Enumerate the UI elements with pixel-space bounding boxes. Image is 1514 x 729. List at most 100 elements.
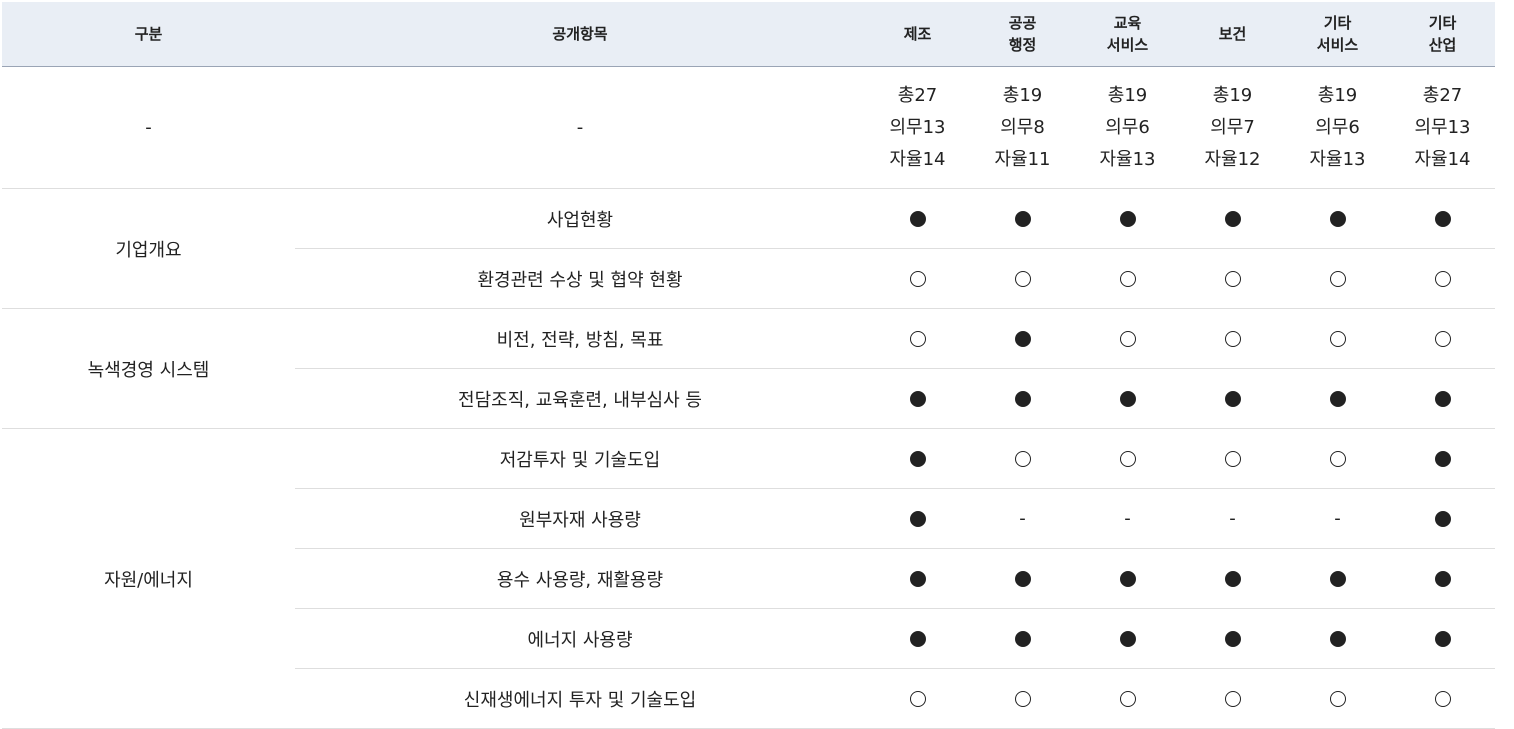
mark-cell (865, 248, 970, 309)
empty-circle-icon (1119, 271, 1136, 287)
header-industry: 기타 산업 (1390, 2, 1495, 67)
empty-circle-icon (1224, 691, 1241, 707)
filled-circle-icon (1434, 631, 1451, 647)
summary-voluntary: 자율14 (1414, 148, 1471, 170)
table-body: - - 총27 의무13 자율14 총19 의무8 자율11 총19 의무6 자율13 총1… (2, 66, 1495, 729)
mark-cell (1285, 548, 1390, 609)
header-item: 공개항목 (295, 2, 865, 67)
filled-circle-icon (909, 451, 926, 467)
not-applicable-dash: - (1229, 508, 1236, 529)
summary-count-cell: 총27 의무13 자율14 (1390, 66, 1495, 189)
mark-cell (865, 308, 970, 369)
mark-cell (1180, 248, 1285, 309)
summary-count-cell: 총19 의무6 자율13 (1285, 66, 1390, 189)
header-industry: 보건 (1180, 2, 1285, 67)
empty-circle-icon (1329, 271, 1346, 287)
header-industry-line: 보건 (1218, 25, 1247, 43)
filled-circle-icon (1329, 211, 1346, 227)
table-row: 녹색경영 시스템 비전, 전략, 방침, 목표 (2, 308, 1495, 429)
item-label: 전담조직, 교육훈련, 내부심사 등 (295, 368, 865, 429)
mark-cell (865, 488, 970, 549)
filled-circle-icon (1014, 211, 1031, 227)
filled-circle-icon (1224, 211, 1241, 227)
filled-circle-icon (1014, 391, 1031, 407)
mark-cell (1285, 368, 1390, 429)
mark-cell (1180, 668, 1285, 729)
mark-cell (1075, 188, 1180, 249)
summary-total: 총27 (1422, 84, 1463, 106)
header-industry-line: 서비스 (1106, 36, 1149, 54)
mark-cell (865, 368, 970, 429)
mark-cell (1390, 488, 1495, 549)
mark-cell (1180, 368, 1285, 429)
mark-cell (865, 548, 970, 609)
item-label: 환경관련 수상 및 협약 현황 (295, 248, 865, 309)
empty-circle-icon (1224, 271, 1241, 287)
filled-circle-icon (1329, 631, 1346, 647)
filled-circle-icon (1224, 631, 1241, 647)
mark-cell (1180, 308, 1285, 369)
mark-cell (1285, 188, 1390, 249)
mark-cell (1285, 668, 1390, 729)
not-applicable-dash: - (1124, 508, 1131, 529)
summary-mandatory: 의무13 (889, 116, 946, 138)
group-label: 자원/에너지 (2, 428, 295, 729)
mark-cell: - (1285, 488, 1390, 549)
mark-cell (1390, 248, 1495, 309)
mark-cell (1180, 548, 1285, 609)
filled-circle-icon (1329, 391, 1346, 407)
mark-cell (1180, 188, 1285, 249)
filled-circle-icon (909, 391, 926, 407)
summary-count-cell: 총27 의무13 자율14 (865, 66, 970, 189)
summary-mandatory: 의무6 (1105, 116, 1150, 138)
header-industry: 제조 (865, 2, 970, 67)
summary-row: - - 총27 의무13 자율14 총19 의무8 자율11 총19 의무6 자율13 총1… (2, 66, 1495, 189)
summary-total: 총19 (1002, 84, 1043, 106)
mark-cell (970, 608, 1075, 669)
mark-cell (970, 428, 1075, 489)
mark-cell (1075, 548, 1180, 609)
header-industry-line: 행정 (1008, 36, 1037, 54)
mark-cell (970, 308, 1075, 369)
filled-circle-icon (1434, 571, 1451, 587)
header-industry-line: 제조 (903, 25, 932, 43)
mark-cell (1075, 428, 1180, 489)
empty-circle-icon (1119, 331, 1136, 347)
mark-cell (1075, 248, 1180, 309)
mark-cell (970, 668, 1075, 729)
summary-mandatory: 의무7 (1210, 116, 1255, 138)
filled-circle-icon (1434, 451, 1451, 467)
empty-circle-icon (1329, 451, 1346, 467)
mark-cell (865, 428, 970, 489)
empty-circle-icon (1119, 451, 1136, 467)
summary-voluntary: 자율13 (1309, 148, 1366, 170)
filled-circle-icon (1224, 571, 1241, 587)
mark-cell (1390, 308, 1495, 369)
item-label: 에너지 사용량 (295, 608, 865, 669)
filled-circle-icon (909, 631, 926, 647)
filled-circle-icon (909, 571, 926, 587)
filled-circle-icon (1119, 571, 1136, 587)
header-industry-line: 서비스 (1316, 36, 1359, 54)
empty-circle-icon (909, 691, 926, 707)
filled-circle-icon (909, 511, 926, 527)
mark-cell (1180, 428, 1285, 489)
mark-cell (970, 188, 1075, 249)
empty-circle-icon (1434, 691, 1451, 707)
filled-circle-icon (1014, 331, 1031, 347)
empty-circle-icon (1329, 691, 1346, 707)
header-industry-line: 기타 (1323, 14, 1352, 32)
filled-circle-icon (1119, 631, 1136, 647)
group-label: 녹색경영 시스템 (2, 308, 295, 429)
item-label: 비전, 전략, 방침, 목표 (295, 308, 865, 369)
item-label: 신재생에너지 투자 및 기술도입 (295, 668, 865, 729)
empty-circle-icon (1434, 271, 1451, 287)
filled-circle-icon (909, 211, 926, 227)
summary-mandatory: 의무13 (1414, 116, 1471, 138)
empty-circle-icon (1014, 691, 1031, 707)
mark-cell (865, 608, 970, 669)
not-applicable-dash: - (1019, 508, 1026, 529)
mark-cell (1075, 608, 1180, 669)
empty-circle-icon (1014, 271, 1031, 287)
header-industry: 공공 행정 (970, 2, 1075, 67)
